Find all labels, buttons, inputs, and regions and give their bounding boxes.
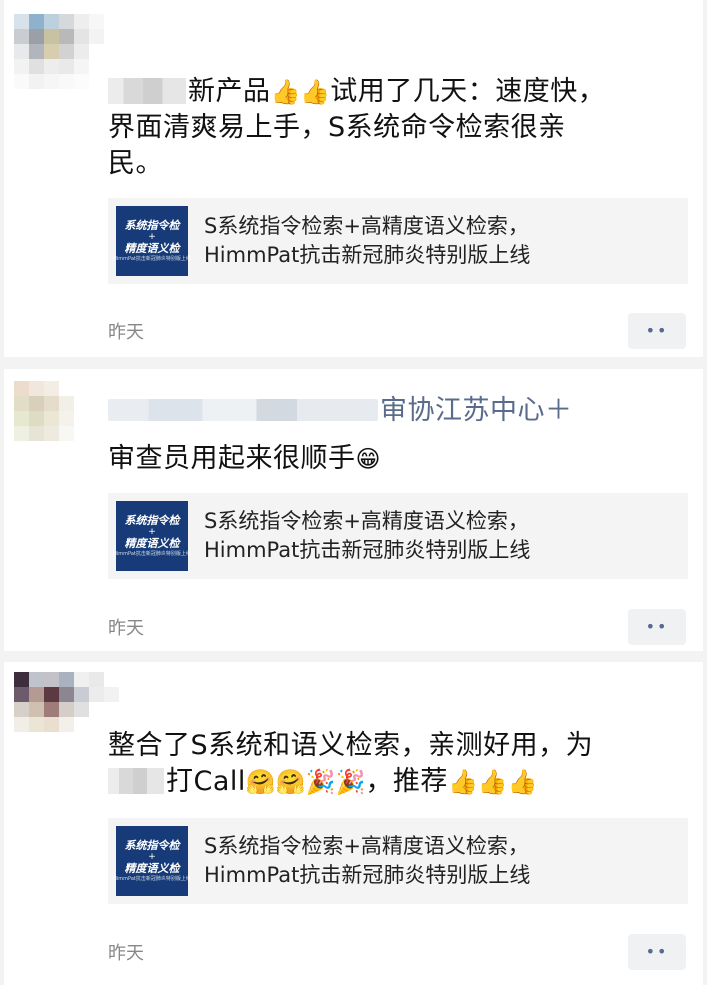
link-thumbnail: 系统指令检 + 精度语义检 HimmPat抗击新冠肺炎特别版上线 (113, 206, 191, 276)
more-button[interactable]: •• (628, 609, 686, 645)
link-title: S系统指令检索+高精度语义检索， HimmPat抗击新冠肺炎特别版上线 (204, 214, 531, 267)
blurred-text (108, 78, 186, 104)
link-card[interactable]: 系统指令检 + 精度语义检 HimmPat抗击新冠肺炎特别版上线 S系统指令检索… (108, 493, 688, 579)
link-title: S系统指令检索+高精度语义检索， HimmPat抗击新冠肺炎特别版上线 (204, 834, 531, 887)
moment-post: 审协江苏中心＋ 审查员用起来很顺手😁 系统指令检 + 精度语义检 HimmPat… (4, 369, 703, 651)
link-title: S系统指令检索+高精度语义检索， HimmPat抗击新冠肺炎特别版上线 (204, 509, 531, 562)
blurred-text (108, 768, 164, 794)
link-thumbnail: 系统指令检 + 精度语义检 HimmPat抗击新冠肺炎特别版上线 (113, 501, 191, 571)
more-icon: •• (645, 321, 669, 340)
more-button[interactable]: •• (628, 313, 686, 349)
link-card[interactable]: 系统指令检 + 精度语义检 HimmPat抗击新冠肺炎特别版上线 S系统指令检索… (108, 198, 688, 284)
post-text: 整合了S系统和语义检索，亲测好用，为 打Call🤗🤗🎉🎉，推荐👍👍👍 (108, 730, 594, 797)
post-author[interactable]: 审协江苏中心＋ (380, 393, 707, 429)
moment-post: 整合了S系统和语义检索，亲测好用，为 打Call🤗🤗🎉🎉，推荐👍👍👍 系统指令检… (4, 662, 703, 985)
post-text: 审查员用起来很顺手😁 (108, 443, 381, 474)
post-time: 昨天 (108, 322, 144, 343)
grinning-face-icon: 😁 (355, 445, 381, 473)
avatar[interactable] (14, 14, 104, 104)
post-time: 昨天 (108, 618, 144, 639)
more-icon: •• (645, 942, 669, 961)
thumbs-up-icon: 👍👍 (270, 78, 331, 106)
post-time: 昨天 (108, 943, 144, 964)
thumbs-up-icon: 👍👍👍 (447, 768, 538, 796)
post-text: 新产品👍👍试用了几天：速度快， 界面清爽易上手，S系统命令检索很亲 民。 (108, 76, 606, 179)
more-icon: •• (645, 617, 669, 636)
moment-post: 新产品👍👍试用了几天：速度快， 界面清爽易上手，S系统命令检索很亲 民。 系统指… (4, 0, 703, 357)
more-button[interactable]: •• (628, 934, 686, 970)
avatar[interactable] (14, 381, 104, 471)
link-card[interactable]: 系统指令检 + 精度语义检 HimmPat抗击新冠肺炎特别版上线 S系统指令检索… (108, 818, 688, 904)
blurred-username (108, 399, 378, 421)
party-emoji-icon: 🤗🤗🎉🎉 (245, 768, 366, 796)
link-thumbnail: 系统指令检 + 精度语义检 HimmPat抗击新冠肺炎特别版上线 (113, 826, 191, 896)
